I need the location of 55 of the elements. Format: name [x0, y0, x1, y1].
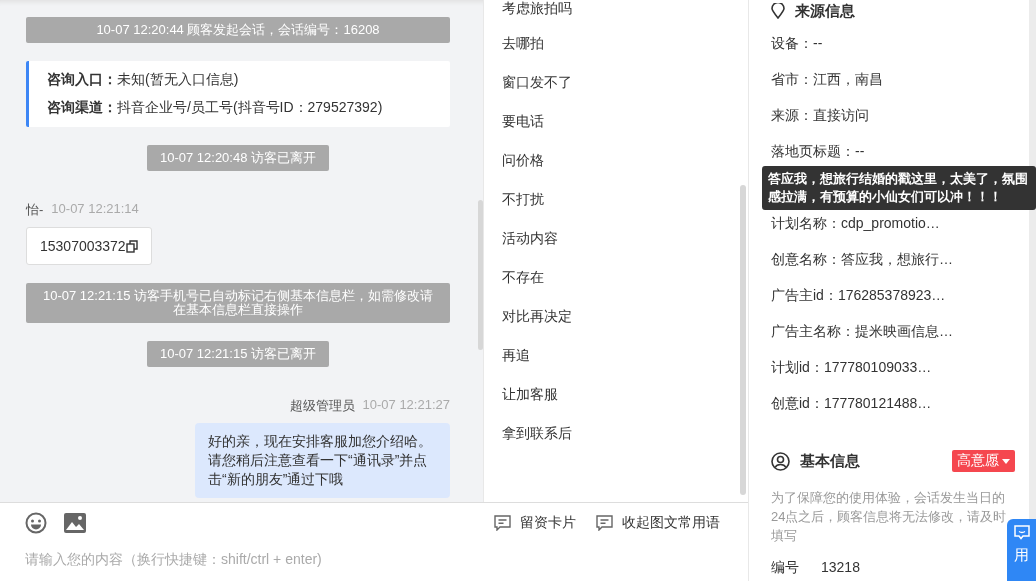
scrollbar-thumb[interactable]	[740, 185, 746, 495]
quick-reply-item[interactable]: 对比再决定	[484, 297, 748, 336]
toolbar-action[interactable]: 留资卡片	[494, 514, 576, 532]
intent-dropdown[interactable]: 高意愿	[952, 450, 1015, 472]
section-title: 来源信息	[795, 1, 855, 21]
entry-info-line: 咨询渠道：抖音企业号/员工号(抖音号ID：279527392)	[47, 99, 384, 117]
caret-icon	[1002, 458, 1010, 464]
message-text: 15307003372	[40, 238, 126, 254]
tooltip: 答应我，想旅行结婚的戳这里，太美了，氛围感拉满，有预算的小仙女们可以冲！！！	[762, 166, 1036, 210]
location-icon	[771, 3, 785, 19]
message-icon	[494, 515, 511, 531]
entry-info-line: 咨询入口：未知(暂无入口信息)	[47, 71, 240, 89]
message-icon	[596, 515, 613, 531]
message-bubble: 好的亲，现在安排客服加您介绍哈。请您稍后注意查看一下“通讯录”并点击“新的朋友”通过下哦	[195, 423, 450, 498]
quick-reply-item[interactable]: 不存在	[484, 258, 748, 297]
image-button[interactable]	[64, 512, 86, 534]
toolbar-action[interactable]: 收起图文常用语	[596, 514, 720, 532]
message-time: 10-07 12:21:27	[362, 397, 450, 414]
scrollbar-thumb[interactable]	[478, 200, 483, 350]
system-notice: 10-07 12:20:44 顾客发起会话，会话编号：16208	[26, 17, 450, 43]
emoji-button[interactable]	[25, 512, 47, 534]
user-icon	[771, 451, 790, 471]
source-field: 省市：江西，南昌	[771, 62, 1015, 98]
section-title: 基本信息	[800, 451, 860, 471]
system-notice: 10-07 12:21:15 访客已离开	[146, 341, 330, 367]
sender-name: 超级管理员	[289, 397, 355, 415]
quick-reply-item[interactable]: 考虑旅拍吗	[484, 0, 748, 24]
quick-reply-item[interactable]: 活动内容	[484, 219, 748, 258]
quick-reply-item[interactable]: 让加客服	[484, 375, 748, 414]
source-field: 来源：直接访问	[771, 98, 1015, 134]
notice-text: 为了保障您的使用体验，会话发生当日的24点之后，顾客信息将无法修改，请及时填写	[771, 489, 1008, 545]
quick-reply-item[interactable]: 窗口发不了	[484, 63, 748, 102]
source-field: 广告主id：176285378923…	[771, 278, 1015, 314]
source-field: 设备：--	[771, 26, 1015, 62]
quick-reply-item[interactable]: 要电话	[484, 102, 748, 141]
system-notice: 10-07 12:20:48 访客已离开	[146, 145, 330, 171]
source-field: 计划id：177780109033…	[771, 350, 1015, 386]
source-field: 广告主名称：提米映画信息…	[771, 314, 1015, 350]
field-value: 13218	[821, 559, 860, 577]
message-icon	[1013, 525, 1030, 540]
quick-reply-item[interactable]: 问价格	[484, 141, 748, 180]
smiley-icon	[25, 512, 47, 534]
message-time: 10-07 12:21:14	[51, 201, 139, 218]
quick-reply-item[interactable]: 拿到联系后	[484, 414, 748, 453]
image-icon	[64, 513, 86, 533]
source-field: 创意id：177780121488…	[771, 386, 1015, 422]
quick-reply-item[interactable]: 不打扰	[484, 180, 748, 219]
quick-reply-item[interactable]: 去哪拍	[484, 24, 748, 63]
source-field: 创意名称：答应我，想旅行…	[771, 242, 1015, 278]
field-label: 编号	[771, 559, 799, 577]
copy-icon	[125, 239, 138, 253]
side-tab[interactable]: 用	[1007, 519, 1036, 581]
sender-name: 怡-	[26, 201, 44, 219]
system-notice: 10-07 12:21:15 访客手机号已自动标记右侧基本信息栏，如需修改请在基本信息栏直接操作	[26, 283, 450, 323]
quick-reply-item[interactable]: 再追	[484, 336, 748, 375]
